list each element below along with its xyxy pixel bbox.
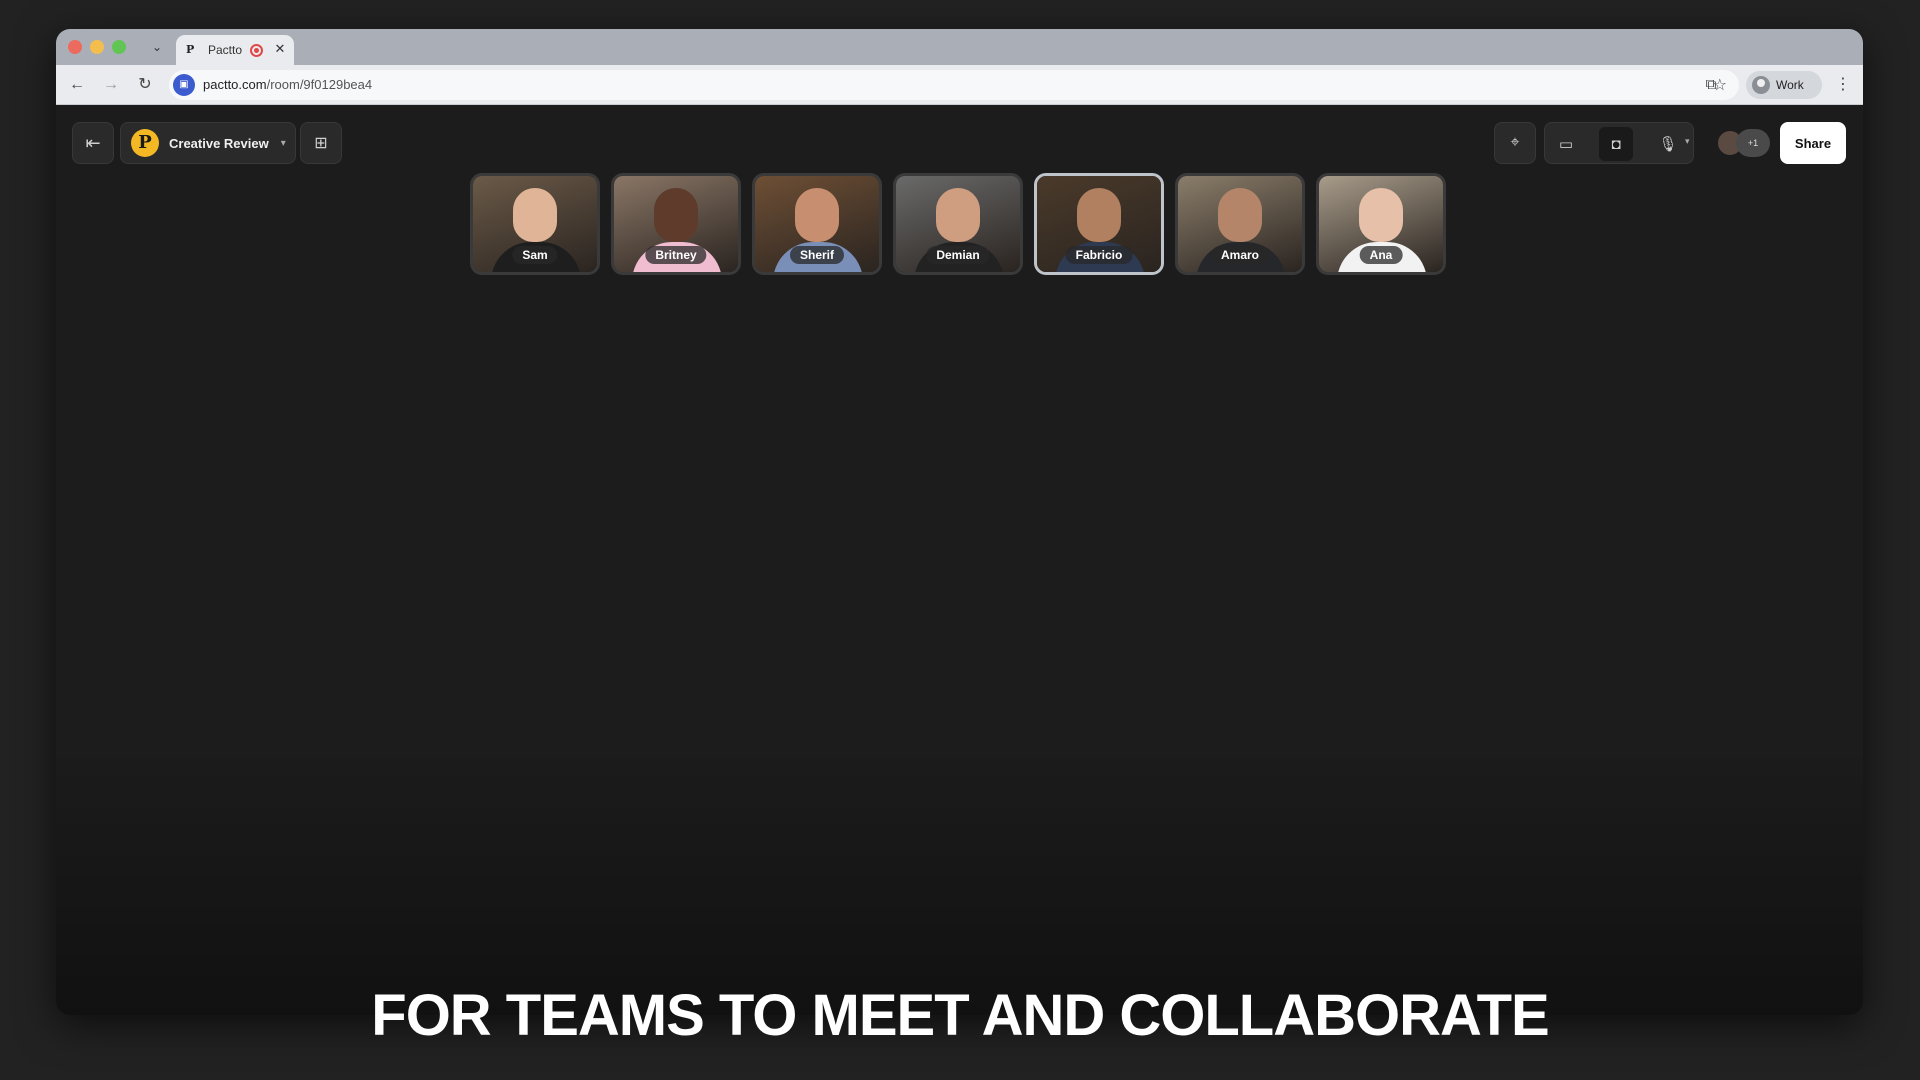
chevron-down-icon: ▾	[280, 137, 286, 149]
recording-indicator-icon	[250, 44, 263, 57]
participant-tiles: Sam Britney Sherif Demian Fabricio Amaro Ana	[470, 173, 1470, 279]
participant-name: Fabricio	[1065, 246, 1133, 264]
participant-name: Ana	[1359, 246, 1403, 264]
profile-button[interactable]: Work	[1746, 71, 1822, 99]
participant-face	[513, 188, 557, 242]
room-selector[interactable]: P Creative Review ▾	[120, 122, 296, 164]
participant-tile[interactable]: Ana	[1316, 173, 1446, 275]
room-name: Creative Review	[169, 135, 269, 151]
participant-name: Demian	[926, 246, 990, 264]
camera-icon[interactable]: ◘	[1599, 127, 1633, 161]
maximize-window-button[interactable]	[112, 40, 126, 54]
share-button[interactable]: Share	[1780, 122, 1846, 164]
media-controls: ▭ ◘ 🎙 ▾	[1544, 122, 1694, 164]
tab-close-icon[interactable]: ✕	[272, 41, 288, 57]
minimize-window-button[interactable]	[90, 40, 104, 54]
participant-tile[interactable]: Demian	[893, 173, 1023, 275]
profile-label: Work	[1776, 78, 1804, 92]
participant-name: Sam	[512, 246, 558, 264]
extensions-puzzle-icon[interactable]: ⧉	[1699, 73, 1723, 97]
participant-face	[1359, 188, 1403, 242]
meeting-room: ⇤ P Creative Review ▾ ⊞ ⌖ ▭ ◘ 🎙 ▾ +1 Sha…	[56, 106, 1863, 1015]
participant-face	[936, 188, 980, 242]
profile-avatar	[1752, 76, 1770, 94]
layout-grid-icon[interactable]: ⊞	[300, 122, 342, 164]
pactto-favicon-icon: P	[186, 43, 195, 56]
participants-stack[interactable]: +1	[1716, 124, 1774, 162]
participant-face	[795, 188, 839, 242]
room-logo: P	[131, 129, 159, 157]
browser-toolbar: ← → ↻ ▣ pactto.com/room/9f0129bea4 ☆ ⧉ W…	[56, 65, 1863, 105]
participants-more-count: +1	[1736, 129, 1770, 157]
forward-arrow-icon[interactable]: →	[100, 74, 122, 96]
participant-name: Britney	[645, 246, 707, 264]
participant-face	[654, 188, 698, 242]
marketing-caption: FOR TEAMS TO MEET AND COLLABORATE	[371, 983, 1549, 1048]
participant-name: Sherif	[789, 246, 845, 264]
browser-window: ⌄ P Pactto ✕ ← → ↻ ▣ pactto.com/room/9f0…	[56, 29, 1863, 1015]
participant-tile[interactable]: Sherif	[752, 173, 882, 275]
participant-tile[interactable]: Sam	[470, 173, 600, 275]
participant-tile[interactable]: Fabricio	[1034, 173, 1164, 275]
back-arrow-icon[interactable]: ←	[66, 74, 88, 96]
tab-bar: ⌄ P Pactto ✕	[56, 29, 1863, 65]
more-menu-icon[interactable]: ⋮	[1833, 73, 1853, 97]
tab-search-chevron-down-icon[interactable]: ⌄	[148, 38, 166, 56]
url-path: /room/9f0129bea4	[266, 77, 373, 92]
participant-tile[interactable]: Amaro	[1175, 173, 1305, 275]
close-window-button[interactable]	[68, 40, 82, 54]
mic-options-chevron-icon[interactable]: ▾	[1685, 136, 1690, 147]
address-bar[interactable]: ▣ pactto.com/room/9f0129bea4 ☆	[169, 70, 1739, 100]
url-text[interactable]: pactto.com/room/9f0129bea4	[203, 77, 372, 92]
browser-tab[interactable]: P Pactto ✕	[176, 35, 294, 65]
screen-share-icon[interactable]: ▭	[1549, 127, 1583, 161]
site-camera-icon[interactable]: ▣	[173, 74, 195, 96]
participant-face	[1218, 188, 1262, 242]
leave-room-icon[interactable]: ⇤	[72, 122, 114, 164]
url-host: pactto.com	[203, 77, 267, 92]
reload-icon[interactable]: ↻	[134, 74, 156, 96]
participant-face	[1077, 188, 1121, 242]
microphone-icon[interactable]: 🎙	[1651, 127, 1685, 161]
participant-tile[interactable]: Britney	[611, 173, 741, 275]
tab-title: Pactto	[208, 43, 243, 57]
participant-name: Amaro	[1210, 246, 1270, 264]
focus-person-icon[interactable]: ⌖	[1494, 122, 1536, 164]
